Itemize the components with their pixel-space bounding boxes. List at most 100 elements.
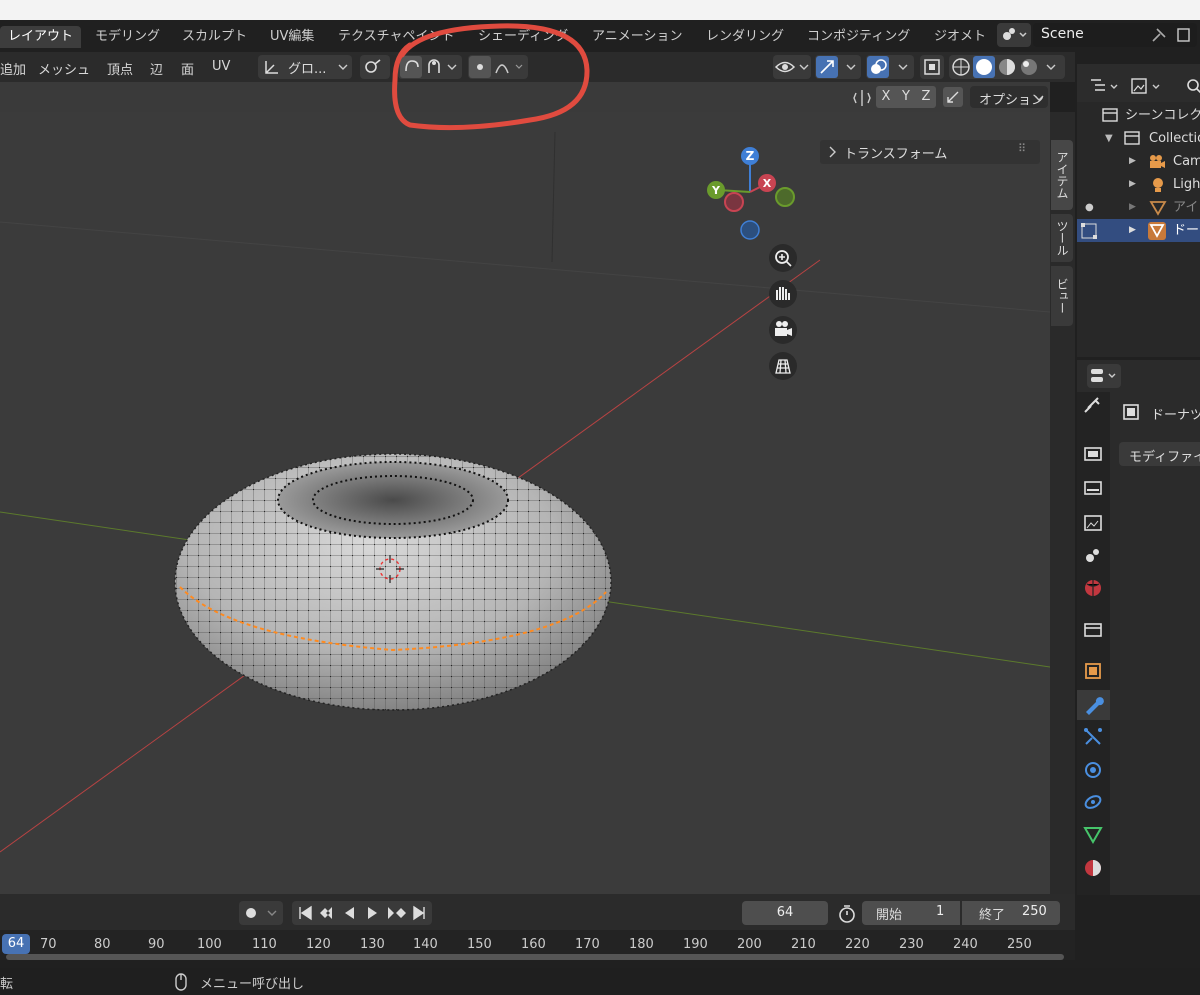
svg-text:X: X (763, 177, 772, 190)
world-icon[interactable] (1085, 580, 1101, 596)
timeline-scrollbar[interactable] (6, 954, 1064, 960)
constraints-icon[interactable] (1084, 794, 1103, 811)
frame-tick: 80 (94, 937, 111, 952)
tab-view[interactable]: ビュー (1051, 266, 1073, 326)
particles-icon[interactable] (1084, 728, 1102, 745)
ortho-grid-icon[interactable] (769, 352, 797, 380)
drag-handle-icon[interactable]: ⠿ (1018, 142, 1026, 155)
tool-icon[interactable] (1084, 397, 1100, 413)
object-icon[interactable] (1085, 663, 1101, 679)
outliner-header (1077, 64, 1200, 102)
camera-icon (1150, 155, 1165, 168)
shading-modes[interactable] (949, 55, 1065, 79)
menu-vertex[interactable]: 頂点 (107, 59, 133, 78)
tab-modeling[interactable]: モデリング (95, 26, 160, 48)
add-modifier-button[interactable]: モディファイ (1119, 442, 1200, 466)
playback-icons (299, 905, 425, 921)
outliner-row-camera[interactable]: ▶ Cam (1077, 150, 1200, 173)
material-icon[interactable] (1085, 860, 1101, 876)
scene-name-field[interactable]: Scene (1033, 23, 1197, 47)
end-frame-field[interactable]: 終了 250 (962, 901, 1060, 925)
filter-dropdown-icon[interactable] (1129, 76, 1165, 98)
outliner-row-collection[interactable]: ▼ Collectio (1077, 127, 1200, 150)
gizmo-dropdown[interactable] (815, 55, 861, 79)
playhead[interactable]: 64 (2, 934, 30, 954)
tab-layout[interactable]: レイアウト (0, 26, 82, 48)
outliner-label: アイ (1173, 200, 1199, 215)
duplicate-icon[interactable] (1175, 26, 1193, 44)
frame-tick: 230 (899, 937, 924, 952)
pin-icon[interactable] (1151, 27, 1169, 43)
expand-right-icon[interactable]: ▶ (1129, 173, 1136, 196)
navigation-gizmo[interactable]: Z X Y (700, 140, 800, 250)
tab-rendering[interactable]: レンダリング (706, 26, 784, 48)
tab-compositing[interactable]: コンポジティング (807, 26, 910, 48)
orientation-label: グロ... (288, 62, 327, 77)
expand-right-icon[interactable]: ▶ (1129, 150, 1136, 173)
scene-selector[interactable]: Scene (997, 23, 1197, 47)
collection-icon[interactable] (1084, 623, 1102, 637)
edit-mode-icon (1081, 223, 1097, 239)
mesh-icon (1148, 222, 1166, 240)
collection-icon (1124, 131, 1140, 145)
start-value: 1 (936, 904, 945, 919)
pan-hand-icon[interactable] (769, 280, 797, 308)
menu-edge[interactable]: 辺 (150, 59, 163, 78)
playback-controls[interactable] (292, 901, 432, 925)
modifier-wrench-icon[interactable] (1077, 690, 1110, 720)
frame-tick: 140 (413, 937, 438, 952)
search-icon[interactable] (1183, 76, 1200, 98)
menu-add[interactable]: 追加 (0, 59, 26, 78)
scene-icon[interactable] (1086, 549, 1099, 562)
outliner-label: Cam (1173, 154, 1200, 169)
start-frame-field[interactable]: 開始 1 (862, 901, 960, 925)
outliner-row-donut[interactable]: ▶ ドー (1077, 219, 1200, 242)
current-frame-field[interactable]: 64 (742, 901, 828, 925)
tab-tool[interactable]: ツール (1051, 214, 1073, 262)
overlays-dropdown[interactable] (866, 55, 914, 79)
timeline-ruler[interactable]: 64 70 80 90 100 110 120 130 140 150 160 … (0, 930, 1075, 960)
scene-type-dropdown[interactable] (997, 23, 1031, 47)
tab-item[interactable]: アイテム (1051, 140, 1073, 210)
tab-geometry[interactable]: ジオメト (934, 26, 986, 48)
auto-keying-toggle[interactable] (239, 901, 283, 925)
transform-panel-header[interactable]: トランスフォーム ⠿ (820, 140, 1040, 164)
output-icon[interactable] (1084, 481, 1102, 495)
display-mode-icon[interactable] (1087, 76, 1123, 98)
outliner-row-icing[interactable]: ● ▶ アイ (1077, 196, 1200, 219)
data-icon[interactable] (1083, 827, 1103, 845)
tab-uv-editing[interactable]: UV編集 (270, 26, 314, 48)
frame-tick: 70 (40, 937, 57, 952)
expand-right-icon[interactable]: ▶ (1129, 219, 1136, 242)
tab-animation[interactable]: アニメーション (592, 26, 682, 48)
stopwatch-icon[interactable] (836, 903, 858, 925)
physics-icon[interactable] (1085, 762, 1101, 778)
dot-icon: ● (1085, 202, 1094, 213)
menu-uv[interactable]: UV (212, 59, 230, 74)
tab-sculpt[interactable]: スカルプト (182, 26, 247, 48)
expand-right-icon[interactable]: ▶ (1129, 196, 1136, 219)
outliner-label: Collectio (1149, 131, 1200, 146)
editor-type-dropdown[interactable] (1087, 364, 1121, 388)
menu-mesh[interactable]: メッシュ (38, 59, 90, 78)
overlays-icon (867, 56, 908, 78)
visibility-dropdown[interactable] (773, 55, 811, 79)
xray-toggle[interactable] (920, 55, 944, 79)
status-bar: 転 メニュー呼び出し (0, 968, 1200, 995)
end-value: 250 (1022, 904, 1047, 919)
expand-down-icon[interactable]: ▼ (1105, 127, 1113, 150)
menu-face[interactable]: 面 (181, 59, 194, 78)
outliner-row-light[interactable]: ▶ Ligh (1077, 173, 1200, 196)
transform-orientation-dropdown[interactable]: グロ... (258, 55, 352, 79)
render-icon[interactable] (1084, 447, 1102, 461)
view-layer-icon[interactable] (1084, 515, 1102, 531)
properties-tabs (1077, 392, 1110, 895)
frame-tick: 210 (791, 937, 816, 952)
frame-tick: 110 (252, 937, 277, 952)
frame-tick: 250 (1007, 937, 1032, 952)
outliner-label: Ligh (1173, 177, 1200, 192)
camera-icon[interactable] (769, 316, 797, 344)
zoom-icon[interactable] (769, 244, 797, 272)
3d-viewport[interactable]: X Y Z オプション Z X Y トランスフォーム ⠿ (0, 82, 1050, 894)
outliner-row-scene-collection[interactable]: シーンコレク (1077, 104, 1200, 127)
